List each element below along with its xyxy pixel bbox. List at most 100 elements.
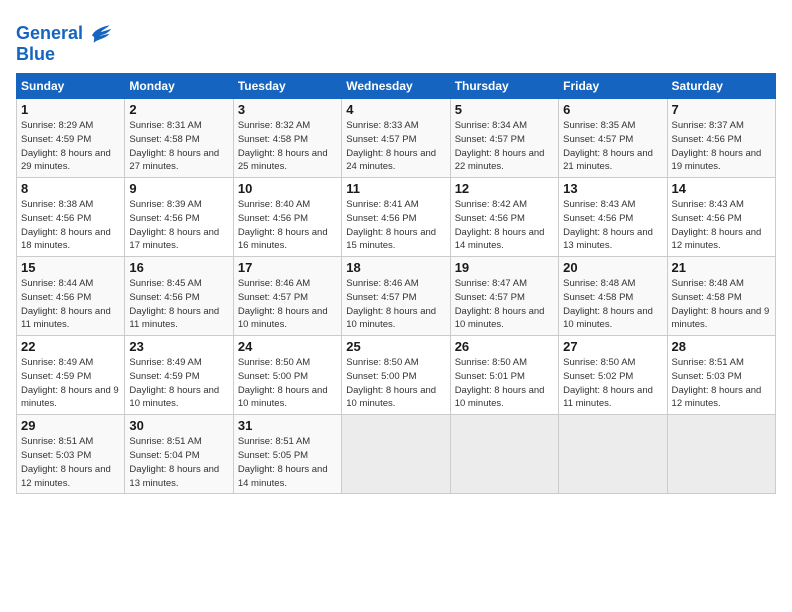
- table-row: 3Sunrise: 8:32 AMSunset: 4:58 PMDaylight…: [233, 99, 341, 178]
- day-info: Sunrise: 8:51 AMSunset: 5:03 PMDaylight:…: [672, 356, 771, 411]
- day-number: 16: [129, 260, 228, 275]
- table-row: 30 Sunrise: 8:51 AMSunset: 5:04 PMDayligh…: [125, 415, 233, 494]
- day-number: 9: [129, 181, 228, 196]
- table-row: 1 Sunrise: 8:29 AMSunset: 4:59 PMDaylight…: [17, 99, 125, 178]
- table-row: 19 Sunrise: 8:47 AMSunset: 4:57 PMDayligh…: [450, 257, 558, 336]
- day-info: Sunrise: 8:31 AMSunset: 4:58 PMDaylight:…: [129, 119, 228, 174]
- col-header-friday: Friday: [559, 74, 667, 99]
- col-header-sunday: Sunday: [17, 74, 125, 99]
- day-info: Sunrise: 8:49 AMSunset: 4:59 PMDaylight:…: [21, 356, 120, 411]
- day-number: 28: [672, 339, 771, 354]
- day-info: Sunrise: 8:51 AMSunset: 5:05 PMDaylight:…: [238, 435, 337, 490]
- table-row: 17 Sunrise: 8:46 AMSunset: 4:57 PMDayligh…: [233, 257, 341, 336]
- day-number: 13: [563, 181, 662, 196]
- table-row: 2 Sunrise: 8:31 AMSunset: 4:58 PMDaylight…: [125, 99, 233, 178]
- day-number: 4: [346, 102, 445, 117]
- day-number: 12: [455, 181, 554, 196]
- day-number: 21: [672, 260, 771, 275]
- day-info: Sunrise: 8:34 AMSunset: 4:57 PMDaylight:…: [455, 119, 554, 174]
- day-number: 10: [238, 181, 337, 196]
- table-row: 13Sunrise: 8:43 AMSunset: 4:56 PMDayligh…: [559, 178, 667, 257]
- table-row: 12 Sunrise: 8:42 AMSunset: 4:56 PMDayligh…: [450, 178, 558, 257]
- table-row: 16 Sunrise: 8:45 AMSunset: 4:56 PMDayligh…: [125, 257, 233, 336]
- day-info: Sunrise: 8:49 AMSunset: 4:59 PMDaylight:…: [129, 356, 228, 411]
- table-row: 10 Sunrise: 8:40 AMSunset: 4:56 PMDayligh…: [233, 178, 341, 257]
- day-info: Sunrise: 8:48 AMSunset: 4:58 PMDaylight:…: [563, 277, 662, 332]
- col-header-tuesday: Tuesday: [233, 74, 341, 99]
- day-info: Sunrise: 8:29 AMSunset: 4:59 PMDaylight:…: [21, 119, 120, 174]
- table-row: 15 Sunrise: 8:44 AMSunset: 4:56 PMDayligh…: [17, 257, 125, 336]
- day-info: Sunrise: 8:38 AMSunset: 4:56 PMDaylight:…: [21, 198, 120, 253]
- table-row: 11 Sunrise: 8:41 AMSunset: 4:56 PMDayligh…: [342, 178, 450, 257]
- table-row: [342, 415, 450, 494]
- day-number: 5: [455, 102, 554, 117]
- day-number: 24: [238, 339, 337, 354]
- day-number: 8: [21, 181, 120, 196]
- day-number: 30: [129, 418, 228, 433]
- day-number: 14: [672, 181, 771, 196]
- table-row: 27 Sunrise: 8:50 AMSunset: 5:02 PMDayligh…: [559, 336, 667, 415]
- day-number: 1: [21, 102, 120, 117]
- table-row: [450, 415, 558, 494]
- table-row: 18Sunrise: 8:46 AMSunset: 4:57 PMDayligh…: [342, 257, 450, 336]
- day-number: 20: [563, 260, 662, 275]
- col-header-saturday: Saturday: [667, 74, 775, 99]
- col-header-monday: Monday: [125, 74, 233, 99]
- day-info: Sunrise: 8:35 AMSunset: 4:57 PMDaylight:…: [563, 119, 662, 174]
- col-header-thursday: Thursday: [450, 74, 558, 99]
- day-info: Sunrise: 8:46 AMSunset: 4:57 PMDaylight:…: [346, 277, 445, 332]
- day-number: 19: [455, 260, 554, 275]
- day-info: Sunrise: 8:33 AMSunset: 4:57 PMDaylight:…: [346, 119, 445, 174]
- day-info: Sunrise: 8:41 AMSunset: 4:56 PMDaylight:…: [346, 198, 445, 253]
- day-number: 6: [563, 102, 662, 117]
- day-number: 27: [563, 339, 662, 354]
- day-number: 2: [129, 102, 228, 117]
- table-row: 8 Sunrise: 8:38 AMSunset: 4:56 PMDaylight…: [17, 178, 125, 257]
- table-row: 6 Sunrise: 8:35 AMSunset: 4:57 PMDaylight…: [559, 99, 667, 178]
- day-number: 26: [455, 339, 554, 354]
- day-info: Sunrise: 8:32 AMSunset: 4:58 PMDaylight:…: [238, 119, 337, 174]
- table-row: 5 Sunrise: 8:34 AMSunset: 4:57 PMDaylight…: [450, 99, 558, 178]
- table-row: 7 Sunrise: 8:37 AMSunset: 4:56 PMDaylight…: [667, 99, 775, 178]
- day-info: Sunrise: 8:42 AMSunset: 4:56 PMDaylight:…: [455, 198, 554, 253]
- day-number: 25: [346, 339, 445, 354]
- table-row: 31 Sunrise: 8:51 AMSunset: 5:05 PMDayligh…: [233, 415, 341, 494]
- day-info: Sunrise: 8:40 AMSunset: 4:56 PMDaylight:…: [238, 198, 337, 253]
- day-number: 11: [346, 181, 445, 196]
- table-row: [559, 415, 667, 494]
- day-number: 15: [21, 260, 120, 275]
- table-row: 9Sunrise: 8:39 AMSunset: 4:56 PMDaylight…: [125, 178, 233, 257]
- day-info: Sunrise: 8:51 AMSunset: 5:03 PMDaylight:…: [21, 435, 120, 490]
- table-row: 25 Sunrise: 8:50 AMSunset: 5:00 PMDayligh…: [342, 336, 450, 415]
- table-row: 23Sunrise: 8:49 AMSunset: 4:59 PMDayligh…: [125, 336, 233, 415]
- logo-text: General: [16, 24, 83, 44]
- table-row: [667, 415, 775, 494]
- day-info: Sunrise: 8:47 AMSunset: 4:57 PMDaylight:…: [455, 277, 554, 332]
- day-info: Sunrise: 8:50 AMSunset: 5:02 PMDaylight:…: [563, 356, 662, 411]
- day-info: Sunrise: 8:51 AMSunset: 5:04 PMDaylight:…: [129, 435, 228, 490]
- day-number: 29: [21, 418, 120, 433]
- col-header-wednesday: Wednesday: [342, 74, 450, 99]
- table-row: 28 Sunrise: 8:51 AMSunset: 5:03 PMDayligh…: [667, 336, 775, 415]
- day-info: Sunrise: 8:50 AMSunset: 5:00 PMDaylight:…: [238, 356, 337, 411]
- table-row: 14 Sunrise: 8:43 AMSunset: 4:56 PMDayligh…: [667, 178, 775, 257]
- day-info: Sunrise: 8:45 AMSunset: 4:56 PMDaylight:…: [129, 277, 228, 332]
- day-number: 17: [238, 260, 337, 275]
- day-info: Sunrise: 8:46 AMSunset: 4:57 PMDaylight:…: [238, 277, 337, 332]
- table-row: 20 Sunrise: 8:48 AMSunset: 4:58 PMDayligh…: [559, 257, 667, 336]
- day-info: Sunrise: 8:48 AMSunset: 4:58 PMDaylight:…: [672, 277, 771, 332]
- day-number: 7: [672, 102, 771, 117]
- day-info: Sunrise: 8:50 AMSunset: 5:01 PMDaylight:…: [455, 356, 554, 411]
- logo-bird-icon: [85, 20, 113, 48]
- day-number: 31: [238, 418, 337, 433]
- day-number: 22: [21, 339, 120, 354]
- day-info: Sunrise: 8:43 AMSunset: 4:56 PMDaylight:…: [672, 198, 771, 253]
- table-row: 29 Sunrise: 8:51 AMSunset: 5:03 PMDayligh…: [17, 415, 125, 494]
- day-info: Sunrise: 8:44 AMSunset: 4:56 PMDaylight:…: [21, 277, 120, 332]
- table-row: 24 Sunrise: 8:50 AMSunset: 5:00 PMDayligh…: [233, 336, 341, 415]
- header: General Blue: [16, 16, 776, 65]
- table-row: 4 Sunrise: 8:33 AMSunset: 4:57 PMDaylight…: [342, 99, 450, 178]
- day-info: Sunrise: 8:50 AMSunset: 5:00 PMDaylight:…: [346, 356, 445, 411]
- day-info: Sunrise: 8:37 AMSunset: 4:56 PMDaylight:…: [672, 119, 771, 174]
- table-row: 22 Sunrise: 8:49 AMSunset: 4:59 PMDayligh…: [17, 336, 125, 415]
